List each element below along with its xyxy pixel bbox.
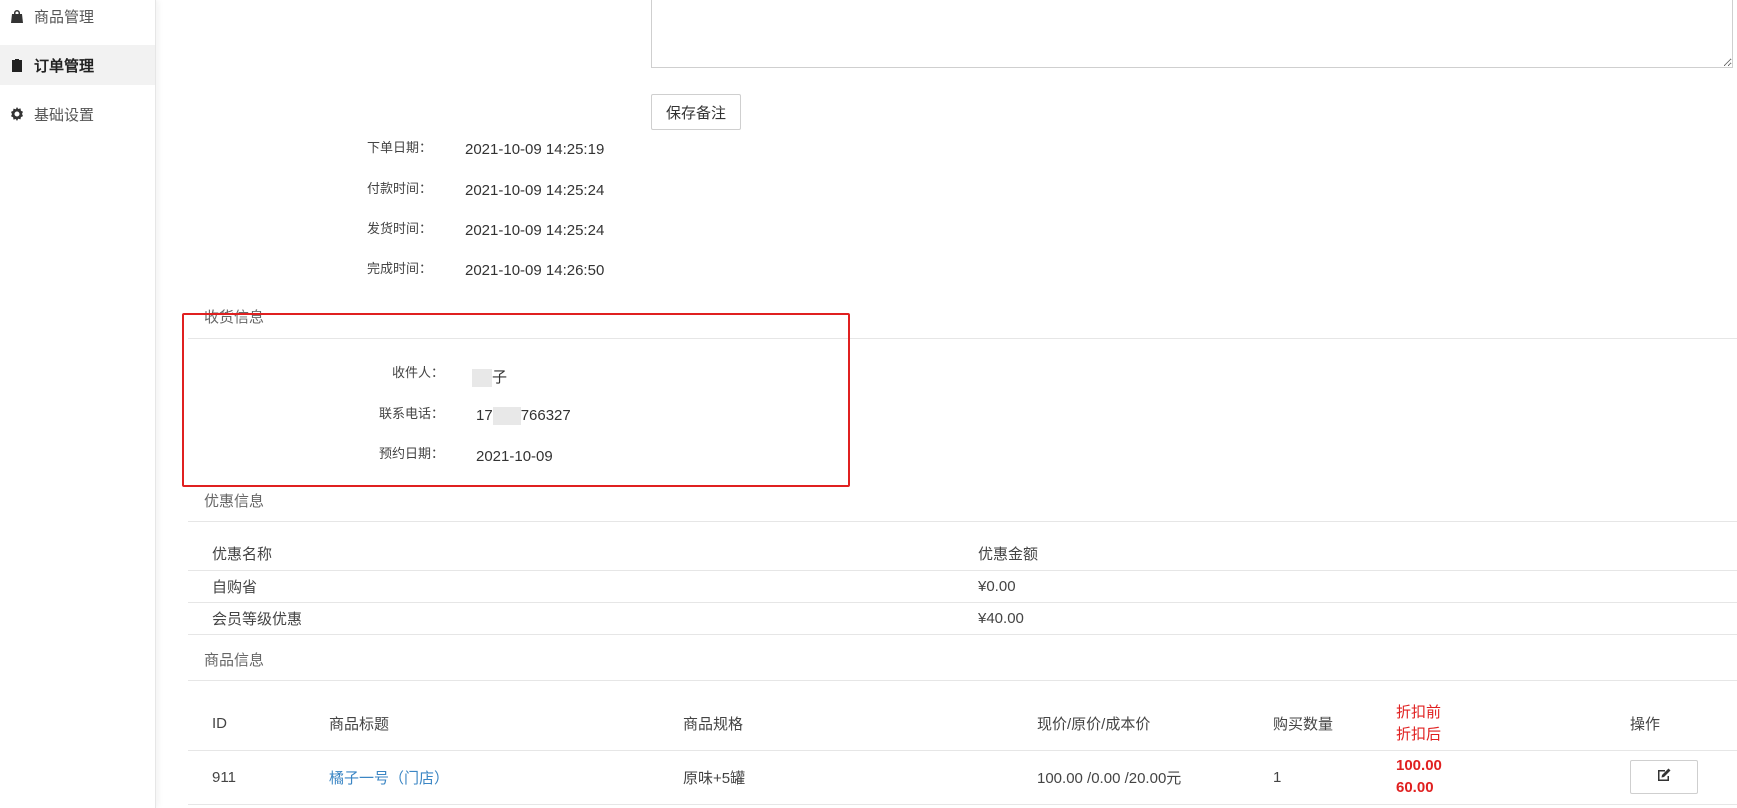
column-header: 现价/原价/成本价 xyxy=(1013,698,1249,751)
sidebar-item-label: 订单管理 xyxy=(34,57,95,75)
phone-value: 17 766327 xyxy=(476,407,571,426)
sidebar-item-products[interactable]: 商品管理 xyxy=(0,0,155,36)
price-after-discount: 60.00 xyxy=(1396,779,1434,796)
divider xyxy=(188,680,1737,681)
goods-section-title: 商品信息 xyxy=(204,652,265,669)
bag-icon xyxy=(10,9,24,23)
pay-time-label: 付款时间： xyxy=(366,181,432,196)
discount-amount: ¥40.00 xyxy=(954,602,1737,635)
goods-discount: 100.00 60.00 xyxy=(1372,750,1606,805)
column-header: 购买数量 xyxy=(1249,698,1372,751)
price-before-discount: 100.00 xyxy=(1396,757,1442,774)
column-header: 操作 xyxy=(1606,698,1737,751)
masked-text xyxy=(492,407,521,426)
discount-table: 优惠名称 优惠金额 自购省 ¥0.00 会员等级优惠 ¥40.00 xyxy=(188,538,1737,635)
goods-qty: 1 xyxy=(1249,750,1372,805)
order-date-label: 下单日期： xyxy=(366,140,432,155)
column-header: 商品规格 xyxy=(659,698,1013,751)
sidebar-item-label: 商品管理 xyxy=(34,8,95,26)
table-row: 911 橘子一号（门店） 原味+5罐 100.00 /0.00 /20.00元 … xyxy=(188,750,1737,805)
column-header: 商品标题 xyxy=(305,698,659,751)
table-row: 会员等级优惠 ¥40.00 xyxy=(188,602,1737,635)
table-header-row: ID 商品标题 商品规格 现价/原价/成本价 购买数量 折扣前 折扣后 操作 xyxy=(188,698,1737,751)
column-header-discount: 折扣前 折扣后 xyxy=(1372,698,1606,751)
order-date-value: 2021-10-09 14:25:19 xyxy=(465,141,605,158)
pay-time-value: 2021-10-09 14:25:24 xyxy=(465,182,605,199)
discount-name: 会员等级优惠 xyxy=(188,602,954,635)
sidebar-item-settings[interactable]: 基础设置 xyxy=(0,94,155,134)
goods-table: ID 商品标题 商品规格 现价/原价/成本价 购买数量 折扣前 折扣后 操作 9… xyxy=(188,698,1737,805)
goods-title-link[interactable]: 橘子一号（门店） xyxy=(329,770,449,787)
gear-icon xyxy=(10,107,24,121)
table-row: 自购省 ¥0.00 xyxy=(188,570,1737,603)
sidebar-item-label: 基础设置 xyxy=(34,106,95,124)
sidebar-item-orders[interactable]: 订单管理 xyxy=(0,45,155,85)
edit-icon xyxy=(1656,767,1672,787)
column-header: 优惠名称 xyxy=(188,538,954,571)
goods-price: 100.00 /0.00 /20.00元 xyxy=(1013,750,1249,805)
ship-time-label: 发货时间： xyxy=(366,221,432,236)
appointment-date-label: 预约日期： xyxy=(378,446,444,461)
ship-time-value: 2021-10-09 14:25:24 xyxy=(465,222,605,239)
discount-amount: ¥0.00 xyxy=(954,570,1737,603)
divider xyxy=(188,521,1737,522)
discount-name: 自购省 xyxy=(188,570,954,603)
sidebar: 商品管理 订单管理 基础设置 xyxy=(0,0,156,808)
finish-time-label: 完成时间： xyxy=(366,261,432,276)
receiver-label: 收件人： xyxy=(391,365,444,380)
column-header: ID xyxy=(188,698,305,751)
clipboard-icon xyxy=(10,58,24,72)
masked-text xyxy=(472,369,492,388)
goods-id: 911 xyxy=(188,750,305,805)
column-header: 优惠金额 xyxy=(954,538,1737,571)
goods-actions xyxy=(1606,750,1737,805)
discount-section-title: 优惠信息 xyxy=(204,493,265,510)
edit-button[interactable] xyxy=(1630,760,1698,794)
appointment-date-value: 2021-10-09 xyxy=(476,448,553,465)
goods-spec: 原味+5罐 xyxy=(659,750,1013,805)
finish-time-value: 2021-10-09 14:26:50 xyxy=(465,262,605,279)
save-remark-button[interactable]: 保存备注 xyxy=(651,94,741,130)
phone-label: 联系电话： xyxy=(378,406,444,421)
remark-textarea[interactable] xyxy=(651,0,1733,68)
table-header-row: 优惠名称 优惠金额 xyxy=(188,538,1737,571)
receiver-value: 子 xyxy=(472,366,507,388)
